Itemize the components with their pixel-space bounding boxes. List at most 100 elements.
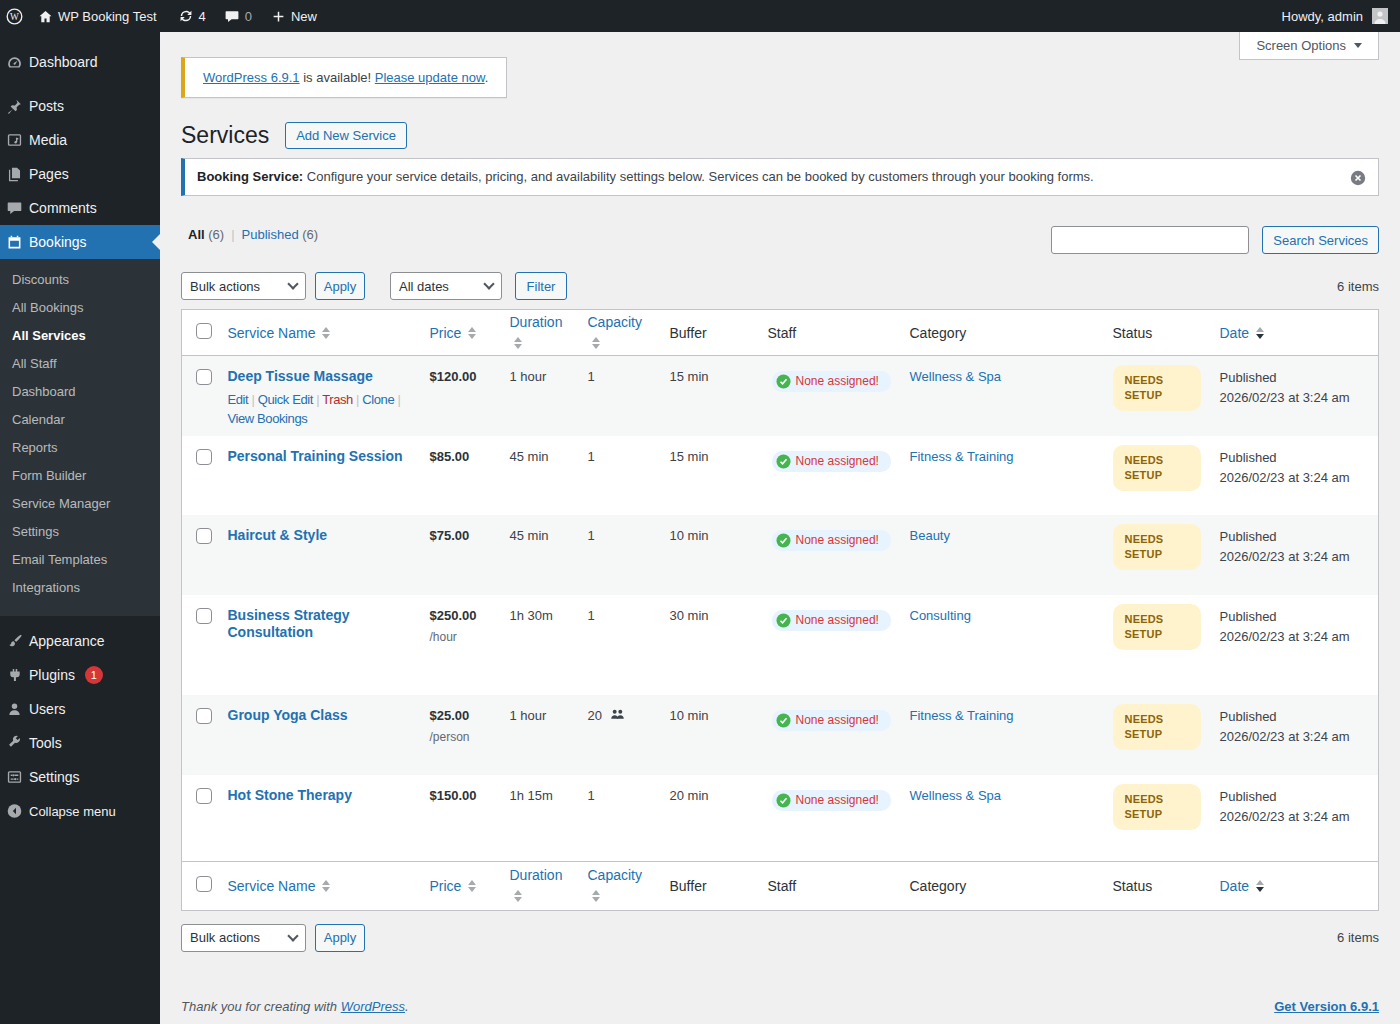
service-price: $250.00 [430, 608, 477, 623]
submenu-settings[interactable]: Settings [0, 518, 160, 546]
service-row-deep-tissue-massage: Deep Tissue MassageEdit | Quick Edit | T… [182, 356, 1379, 437]
sidebar-item-comments[interactable]: Comments [0, 191, 160, 225]
sidebar-item-posts[interactable]: Posts [0, 89, 160, 123]
sidebar-item-label: Appearance [29, 633, 105, 649]
service-buffer: 20 min [660, 775, 758, 861]
please-update-link[interactable]: Please update now [375, 70, 485, 85]
row-checkbox[interactable] [196, 608, 212, 624]
row-action-edit[interactable]: Edit [228, 392, 249, 407]
column-header-capacity[interactable]: Capacity [578, 310, 660, 356]
account-menu[interactable]: Howdy, admin [1275, 0, 1395, 32]
column-header-duration[interactable]: Duration [500, 861, 578, 910]
status-badge: NEEDS SETUP [1113, 784, 1201, 830]
submenu-all-staff[interactable]: All Staff [0, 350, 160, 378]
column-header-capacity[interactable]: Capacity [578, 861, 660, 910]
select-all-checkbox[interactable] [196, 323, 212, 339]
bulk-actions-select[interactable]: Bulk actions [181, 272, 306, 300]
home-icon [38, 9, 53, 24]
row-checkbox[interactable] [196, 369, 212, 385]
check-circle-icon [776, 793, 791, 808]
submenu-all-services[interactable]: All Services [0, 322, 160, 350]
sidebar-item-dashboard[interactable]: Dashboard [0, 45, 160, 79]
dismiss-notice-icon[interactable] [1350, 170, 1366, 186]
staff-none-assigned-pill: None assigned! [772, 530, 891, 551]
site-name-link[interactable]: WP Booking Test [29, 0, 169, 32]
submenu-integrations[interactable]: Integrations [0, 574, 160, 602]
submenu-service-manager[interactable]: Service Manager [0, 490, 160, 518]
bulk-actions-select-bottom[interactable]: Bulk actions [181, 924, 306, 952]
category-link[interactable]: Consulting [910, 608, 971, 623]
update-nag-notice: WordPress 6.9.1 is available! Please upd… [181, 57, 507, 98]
column-header-duration[interactable]: Duration [500, 310, 578, 356]
settings-icon [6, 768, 23, 786]
column-header-date[interactable]: Date [1210, 861, 1379, 910]
new-content-button[interactable]: New [261, 0, 326, 32]
wordpress-version-link[interactable]: WordPress 6.9.1 [203, 70, 300, 85]
comments-indicator[interactable]: 0 [215, 0, 261, 32]
submenu-dashboard[interactable]: Dashboard [0, 378, 160, 406]
column-header-service-name[interactable]: Service Name [218, 861, 420, 910]
row-action-view-bookings[interactable]: View Bookings [228, 411, 308, 426]
sidebar-item-appearance[interactable]: Appearance [0, 624, 160, 658]
submenu-email-templates[interactable]: Email Templates [0, 546, 160, 574]
apply-button[interactable]: Apply [315, 272, 365, 300]
collapse-menu-button[interactable]: Collapse menu [0, 794, 160, 828]
sidebar-item-label: Bookings [29, 234, 87, 250]
sidebar-item-pages[interactable]: Pages [0, 157, 160, 191]
submenu-calendar[interactable]: Calendar [0, 406, 160, 434]
column-header-service-name[interactable]: Service Name [218, 310, 420, 356]
category-link[interactable]: Fitness & Training [910, 708, 1014, 723]
service-name-link[interactable]: Personal Training Session [228, 448, 403, 464]
dates-filter-select[interactable]: All dates [390, 272, 502, 300]
column-header-staff: Staff [758, 861, 900, 910]
search-input[interactable] [1051, 226, 1249, 254]
sidebar-item-media[interactable]: Media [0, 123, 160, 157]
sidebar-item-users[interactable]: Users [0, 692, 160, 726]
submenu-all-bookings[interactable]: All Bookings [0, 294, 160, 322]
select-all-checkbox[interactable] [196, 876, 212, 892]
service-name-link[interactable]: Group Yoga Class [228, 707, 348, 723]
submenu-discounts[interactable]: Discounts [0, 266, 160, 294]
media-icon [6, 131, 23, 149]
get-version-link[interactable]: Get Version 6.9.1 [1274, 999, 1379, 1014]
screen-options-tab[interactable]: Screen Options [1239, 32, 1379, 60]
submenu-form-builder[interactable]: Form Builder [0, 462, 160, 490]
row-action-clone[interactable]: Clone [362, 392, 394, 407]
plugin-icon [6, 666, 23, 684]
column-header-date[interactable]: Date [1210, 310, 1379, 356]
sidebar-item-plugins[interactable]: Plugins 1 [0, 658, 160, 692]
service-name-link[interactable]: Deep Tissue Massage [228, 368, 373, 384]
add-new-service-button[interactable]: Add New Service [285, 122, 407, 149]
view-published-link[interactable]: Published (6) [242, 227, 319, 242]
view-all-link[interactable]: All (6) [188, 227, 224, 242]
filter-button[interactable]: Filter [515, 272, 567, 300]
search-services-button[interactable]: Search Services [1262, 226, 1379, 254]
sidebar-item-settings[interactable]: Settings [0, 760, 160, 794]
service-name-link[interactable]: Haircut & Style [228, 527, 328, 543]
category-link[interactable]: Wellness & Spa [910, 788, 1002, 803]
row-checkbox[interactable] [196, 528, 212, 544]
service-name-link[interactable]: Hot Stone Therapy [228, 787, 352, 803]
row-action-trash[interactable]: Trash [322, 392, 353, 407]
column-header-price[interactable]: Price [420, 310, 500, 356]
wordpress-link[interactable]: WordPress [341, 999, 405, 1014]
row-checkbox[interactable] [196, 449, 212, 465]
status-badge: NEEDS SETUP [1113, 704, 1201, 750]
category-link[interactable]: Beauty [910, 528, 950, 543]
wp-logo-menu[interactable]: W [0, 0, 29, 32]
submenu-reports[interactable]: Reports [0, 434, 160, 462]
new-label: New [291, 9, 317, 24]
sidebar-item-tools[interactable]: Tools [0, 726, 160, 760]
category-link[interactable]: Fitness & Training [910, 449, 1014, 464]
category-link[interactable]: Wellness & Spa [910, 369, 1002, 384]
notice-text: Configure your service details, pricing,… [303, 169, 1094, 184]
check-circle-icon [776, 374, 791, 389]
row-checkbox[interactable] [196, 788, 212, 804]
column-header-price[interactable]: Price [420, 861, 500, 910]
row-checkbox[interactable] [196, 708, 212, 724]
updates-indicator[interactable]: 4 [169, 0, 215, 32]
row-action-quick-edit[interactable]: Quick Edit [258, 392, 313, 407]
apply-button-bottom[interactable]: Apply [315, 924, 365, 952]
service-name-link[interactable]: Business Strategy Consultation [228, 607, 350, 640]
sidebar-item-bookings[interactable]: Bookings [0, 225, 160, 259]
